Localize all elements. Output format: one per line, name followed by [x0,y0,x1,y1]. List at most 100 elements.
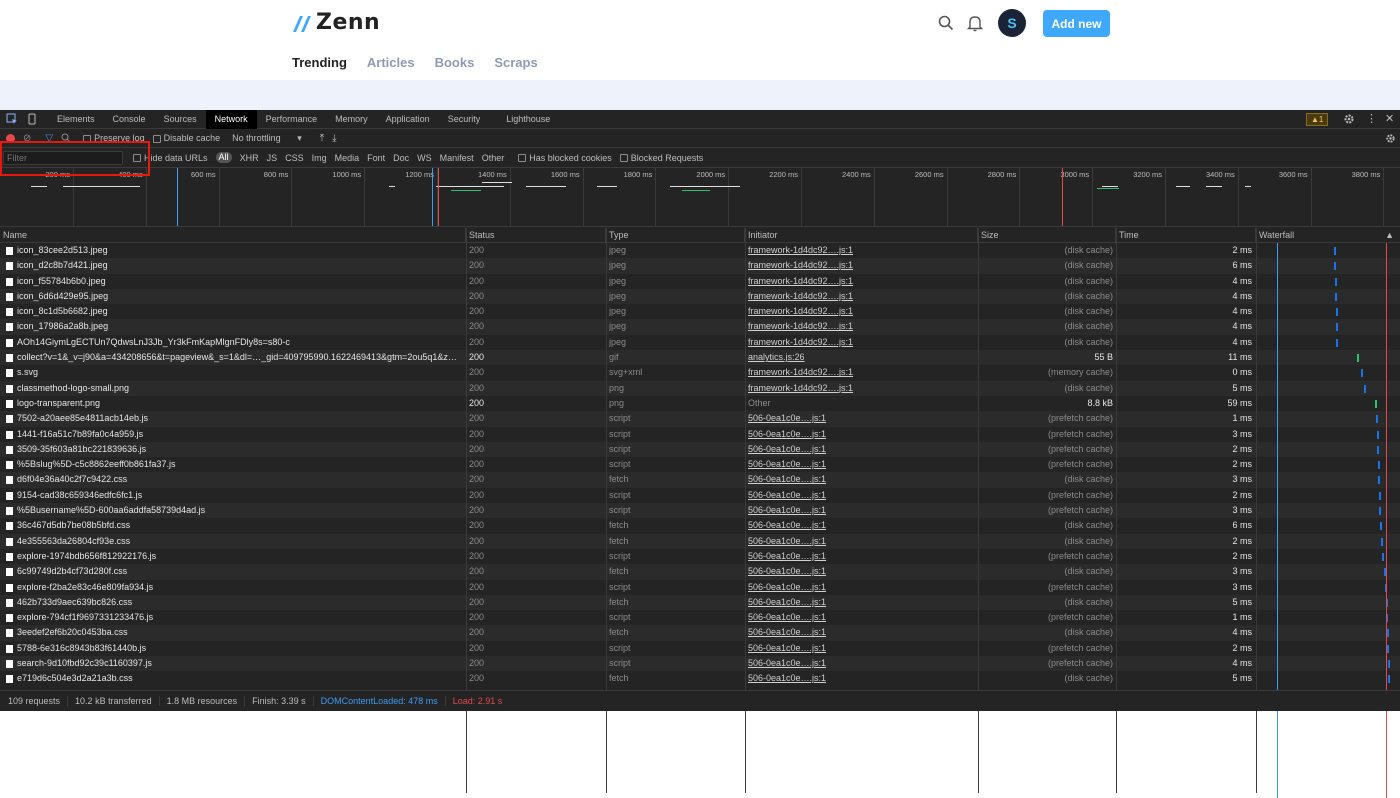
request-initiator[interactable]: 506-0ea1c0e….js:1 [748,488,968,503]
add-new-button[interactable]: Add new [1043,10,1110,37]
filter-other[interactable]: Other [482,153,505,163]
close-devtools-icon[interactable]: ✕ [1385,113,1394,125]
device-toolbar-icon[interactable] [26,113,38,125]
request-initiator[interactable]: 506-0ea1c0e….js:1 [748,656,968,671]
tab-elements[interactable]: Elements [48,110,104,129]
filter-doc[interactable]: Doc [393,153,409,163]
filter-ws[interactable]: WS [417,153,432,163]
table-row[interactable]: search-9d10fbd92c39c1160397.js 200 script 5… [0,656,1400,672]
table-row[interactable]: 4e355563da26804cf93e.css 200 fetch 506-0ea1… [0,533,1400,549]
tab-performance[interactable]: Performance [257,110,327,129]
table-row[interactable]: AOh14GiymLgECTUn7QdwsLnJ3Jb_Yr3kFmKapMlg… [0,335,1400,350]
request-initiator[interactable]: framework-1d4dc92….js:1 [748,381,968,396]
request-initiator[interactable]: 506-0ea1c0e….js:1 [748,442,968,457]
tab-books[interactable]: Books [435,55,475,82]
filter-media[interactable]: Media [335,153,360,163]
column-size[interactable]: Size [978,228,1116,243]
tab-console[interactable]: Console [104,110,155,129]
table-row[interactable]: icon_f55784b6b0.jpeg 200 jpeg framework-1d4… [0,274,1400,289]
preserve-log-checkbox[interactable]: Preserve log [83,133,145,143]
request-initiator[interactable]: 506-0ea1c0e….js:1 [748,427,968,442]
request-initiator[interactable]: 506-0ea1c0e….js:1 [748,503,968,518]
request-initiator[interactable]: 506-0ea1c0e….js:1 [748,625,968,640]
table-row[interactable]: e719d6c504e3d2a21a3b.css 200 fetch 506-0ea1… [0,671,1400,686]
request-initiator[interactable]: framework-1d4dc92….js:1 [748,304,968,319]
network-settings-gear-icon[interactable] [1385,133,1396,144]
table-row[interactable]: 6c99749d2b4cf73d280f.css 200 fetch 506-0ea1… [0,564,1400,580]
table-row[interactable]: logo-transparent.png 200 png Other 8.8 kB 59 … [0,396,1400,411]
table-row[interactable]: s.svg 200 svg+xml framework-1d4dc92….js:1 (m… [0,365,1400,380]
column-status[interactable]: Status [466,228,606,243]
column-name[interactable]: Name [0,228,466,243]
request-initiator[interactable]: 506-0ea1c0e….js:1 [748,549,968,564]
record-icon[interactable] [6,133,15,143]
tab-network[interactable]: Network [205,109,257,129]
column-time[interactable]: Time [1116,228,1256,243]
table-row[interactable]: explore-f2ba2e83c46e809fa934.js 200 script… [0,580,1400,595]
table-row[interactable]: 7502-a20aee85e4811acb14eb.js 200 script 506… [0,411,1400,427]
request-initiator[interactable]: 506-0ea1c0e….js:1 [748,671,968,686]
settings-gear-icon[interactable] [1343,113,1355,125]
table-row[interactable]: icon_83cee2d513.jpeg 200 jpeg framework-1d4… [0,243,1400,258]
table-row[interactable]: d6f04e36a40c2f7c9422.css 200 fetch 506-0ea1… [0,472,1400,488]
tab-security[interactable]: Security [439,110,490,129]
blocked-requests-checkbox[interactable]: Blocked Requests [619,153,703,163]
table-row[interactable]: %5Busername%5D-600aa6addfa58739d4ad.js 20… [0,503,1400,519]
request-initiator[interactable]: 506-0ea1c0e….js:1 [748,411,968,426]
avatar[interactable]: S [998,9,1026,37]
request-initiator[interactable]: 506-0ea1c0e….js:1 [748,457,968,472]
filter-img[interactable]: Img [312,153,327,163]
more-options-icon[interactable]: ⋮ [1366,113,1377,125]
table-row[interactable]: 1441-f16a51c7b89fa0c4a959.js 200 script 506… [0,427,1400,442]
inspect-element-icon[interactable] [6,113,18,125]
request-initiator[interactable]: 506-0ea1c0e….js:1 [748,580,968,595]
table-row[interactable]: 36c467d5db7be08b5bfd.css 200 fetch 506-0ea1… [0,518,1400,533]
request-initiator[interactable]: 506-0ea1c0e….js:1 [748,518,968,533]
table-row[interactable]: icon_6d6d429e95.jpeg 200 jpeg framework-1d4… [0,288,1400,305]
table-row[interactable]: 3509-35f603a81bc221839636.js 200 script 506… [0,441,1400,458]
export-har-icon[interactable]: ⤓ [332,133,336,144]
request-initiator[interactable]: analytics.js:26 [748,350,968,365]
tab-application[interactable]: Application [377,110,439,129]
filter-font[interactable]: Font [367,153,385,163]
network-overview-timeline[interactable]: 200 ms 400 ms 600 ms 800 ms 1000 ms 1200 ms 14… [0,168,1400,227]
has-blocked-cookies-checkbox[interactable]: Has blocked cookies [518,153,612,163]
column-type[interactable]: Type [606,228,745,243]
search-icon[interactable] [61,133,71,143]
request-initiator[interactable]: framework-1d4dc92….js:1 [748,258,968,273]
request-initiator[interactable]: framework-1d4dc92….js:1 [748,365,968,380]
table-row[interactable]: classmethod-logo-small.png 200 png framewor… [0,380,1400,396]
filter-input[interactable] [3,151,123,165]
request-initiator[interactable]: 506-0ea1c0e….js:1 [748,472,968,487]
table-row[interactable]: icon_8c1d5b6682.jpeg 200 jpeg framework-1d4… [0,304,1400,319]
request-initiator[interactable]: 506-0ea1c0e….js:1 [748,534,968,549]
filter-css[interactable]: CSS [285,153,304,163]
search-icon[interactable] [937,14,955,32]
disable-cache-checkbox[interactable]: Disable cache [152,133,220,143]
tab-trending[interactable]: Trending [292,55,347,82]
filter-manifest[interactable]: Manifest [440,153,474,163]
column-initiator[interactable]: Initiator [745,228,978,243]
table-row[interactable]: 462b733d9aec639bc826.css 200 fetch 506-0ea1… [0,594,1400,611]
table-row[interactable]: icon_17986a2a8b.jpeg 200 jpeg framework-1d4… [0,319,1400,335]
request-initiator[interactable]: 506-0ea1c0e….js:1 [748,610,968,625]
table-row[interactable]: 9154-cad38c659346edfc6fc1.js 200 script 506… [0,488,1400,503]
table-row[interactable]: explore-794cf1f9697331233476.js 200 script… [0,610,1400,625]
tab-memory[interactable]: Memory [326,110,377,129]
column-waterfall[interactable]: Waterfall ▲ [1256,228,1400,243]
table-row[interactable]: 3eedef2ef6b20c0453ba.css 200 fetch 506-0ea1… [0,625,1400,641]
zenn-logo[interactable]: Zenn [292,10,380,35]
request-initiator[interactable]: 506-0ea1c0e….js:1 [748,564,968,579]
request-initiator[interactable]: 506-0ea1c0e….js:1 [748,641,968,656]
request-initiator[interactable]: framework-1d4dc92….js:1 [748,335,968,350]
request-initiator[interactable]: framework-1d4dc92….js:1 [748,319,968,334]
tab-sources[interactable]: Sources [155,110,206,129]
table-row[interactable]: explore-1974bdb656f812922176.js 200 script… [0,549,1400,564]
hide-data-urls-checkbox[interactable]: Hide data URLs [133,153,208,163]
table-row[interactable]: collect?v=1&_v=j90&a=434208656&t=pagevie… [0,350,1400,366]
request-initiator[interactable]: framework-1d4dc92….js:1 [748,289,968,304]
tab-scraps[interactable]: Scraps [494,55,537,82]
tab-articles[interactable]: Articles [367,55,415,82]
tab-lighthouse[interactable]: Lighthouse [497,110,559,129]
filter-funnel-icon[interactable]: ▽ [45,133,53,144]
